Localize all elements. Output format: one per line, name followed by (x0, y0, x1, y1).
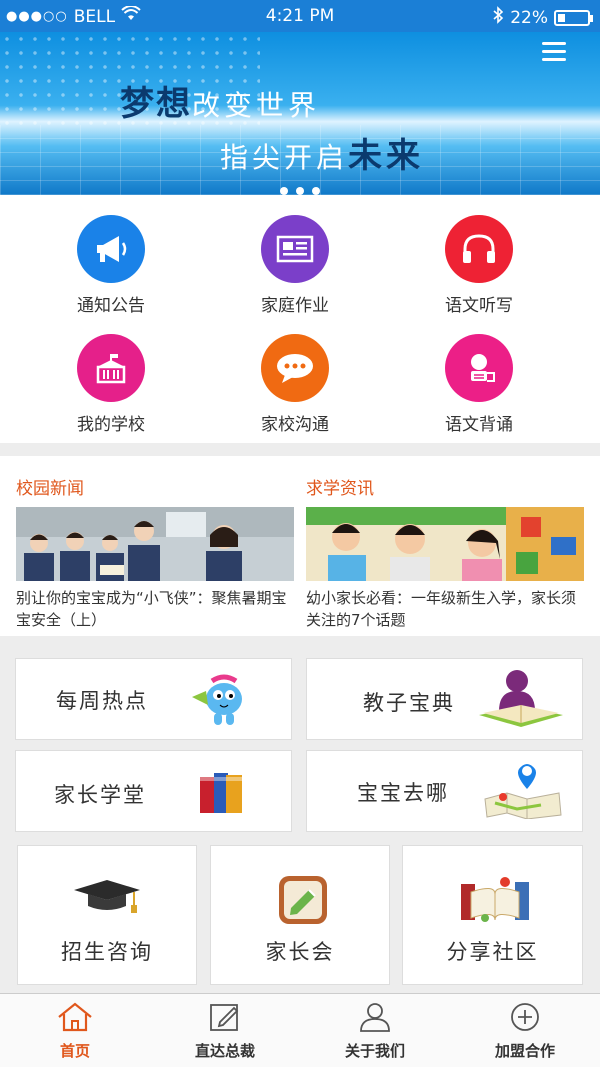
card-title: 家长学堂 (54, 783, 146, 807)
banner-slogan-line2: 指尖开启未来 (220, 128, 424, 177)
tab-label: 首页 (59, 1042, 90, 1060)
note-edit-icon (277, 874, 329, 930)
feature-homework[interactable]: 家庭作业 (225, 215, 365, 316)
news-study[interactable]: 求学资讯 幼小家长必看：一年级新生入学，家长须关注的7个话题 (306, 456, 584, 631)
news-section-title: 校园新闻 (16, 479, 84, 499)
news-study-image[interactable] (306, 507, 584, 581)
news-campus-image[interactable] (16, 507, 294, 581)
tab-label: 直达总裁 (194, 1042, 255, 1060)
feature-dictation[interactable]: 语文听写 (409, 215, 549, 316)
card-parent-school[interactable]: 家长学堂 (15, 750, 292, 832)
banner-pager[interactable] (0, 180, 600, 195)
edit-icon (208, 1004, 242, 1036)
card-title: 分享社区 (446, 940, 539, 964)
reader-icon (477, 667, 567, 735)
slogan-change: 改变世界 (192, 89, 321, 122)
mascot-icon (188, 669, 250, 733)
plus-circle-icon (508, 1003, 542, 1036)
feature-label: 语文背诵 (445, 415, 513, 435)
feature-my-school[interactable]: 我的学校 (41, 334, 181, 435)
feature-recite[interactable]: 语文背诵 (409, 334, 549, 435)
feature-grid: 通知公告 家庭作业 语文听写 我的学校 家校沟通 语文背诵 (0, 195, 600, 443)
tab-label: 关于我们 (344, 1042, 405, 1060)
headphones-icon (445, 215, 513, 283)
bluetooth-icon (492, 6, 504, 29)
card-title: 招生咨询 (61, 940, 153, 964)
feature-label: 家庭作业 (261, 296, 329, 316)
battery-icon (554, 9, 593, 26)
menu-icon[interactable] (542, 42, 566, 64)
slogan-fingertip: 指尖开启 (220, 141, 349, 174)
slogan-dream: 梦想 (120, 84, 192, 124)
banner-slogan-line1: 梦想改变世界 (120, 76, 320, 125)
feature-label: 通知公告 (77, 296, 145, 316)
chat-icon (261, 334, 329, 402)
feature-notice[interactable]: 通知公告 (41, 215, 181, 316)
news-section: 校园新闻 别让你的宝宝成为“小飞侠”：聚焦暑期宝宝安全（上） 求学资讯 幼小家长… (0, 456, 600, 636)
card-admission[interactable]: 招生咨询 (17, 845, 197, 985)
card-parenting-guide[interactable]: 教子宝典 (306, 658, 583, 740)
news-campus[interactable]: 校园新闻 别让你的宝宝成为“小飞侠”：聚焦暑期宝宝安全（上） (16, 456, 294, 631)
card-share-community[interactable]: 分享社区 (402, 845, 583, 985)
feature-label: 家校沟通 (261, 415, 329, 435)
feature-label: 我的学校 (77, 415, 145, 435)
news-section-title: 求学资讯 (306, 479, 374, 499)
status-bar: ●●●○○ BELL 4:21 PM 22% (0, 0, 600, 32)
news-campus-text: 别让你的宝宝成为“小飞侠”：聚焦暑期宝宝安全（上） (16, 589, 287, 629)
tab-franchise[interactable]: 加盟合作 (450, 1002, 600, 1061)
books-icon (196, 769, 246, 819)
hero-banner[interactable]: 梦想改变世界 指尖开启未来 (0, 32, 600, 195)
open-book-icon (459, 874, 531, 928)
feature-communication[interactable]: 家校沟通 (225, 334, 365, 435)
tab-home[interactable]: 首页 (0, 1002, 150, 1061)
newspaper-icon (261, 215, 329, 283)
tab-label: 加盟合作 (494, 1042, 555, 1060)
home-icon (55, 1002, 95, 1036)
card-title: 宝宝去哪 (357, 781, 449, 805)
school-icon (77, 334, 145, 402)
user-icon (358, 1003, 392, 1036)
map-pin-icon (481, 759, 565, 823)
recite-icon (445, 334, 513, 402)
feature-label: 语文听写 (445, 296, 513, 316)
card-title: 家长会 (265, 940, 335, 964)
card-title: 教子宝典 (363, 691, 455, 715)
tab-ceo-direct[interactable]: 直达总裁 (150, 1002, 300, 1061)
news-study-text: 幼小家长必看：一年级新生入学，家长须关注的7个话题 (306, 589, 577, 629)
bottom-tab-bar: 首页 直达总裁 关于我们 加盟合作 (0, 993, 600, 1067)
slogan-future: 未来 (348, 136, 425, 176)
card-title: 每周热点 (56, 689, 148, 713)
card-weekly-hot[interactable]: 每周热点 (15, 658, 292, 740)
battery-percent: 22% (510, 7, 548, 28)
card-parent-meeting[interactable]: 家长会 (210, 845, 390, 985)
card-baby-where[interactable]: 宝宝去哪 (306, 750, 583, 832)
megaphone-icon (77, 215, 145, 283)
graduation-cap-icon (72, 876, 142, 920)
tab-about-us[interactable]: 关于我们 (300, 1002, 450, 1061)
